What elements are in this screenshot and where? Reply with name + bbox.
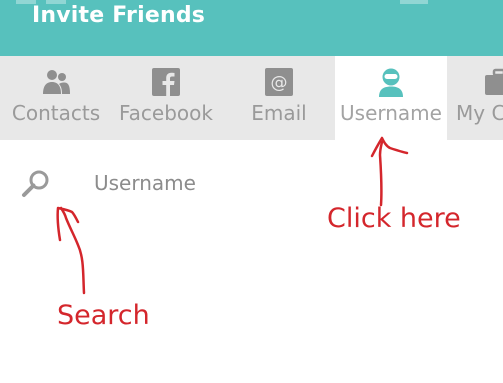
tab-facebook[interactable]: Facebook <box>110 56 222 140</box>
tab-contacts[interactable]: Contacts <box>0 56 112 140</box>
tab-my-contacts-label: My C <box>456 101 503 125</box>
svg-text:@: @ <box>271 73 288 93</box>
search-annotation: Search <box>57 300 150 331</box>
user-avatar-icon <box>379 68 403 97</box>
app-header: Invite Friends <box>0 0 503 56</box>
tab-email[interactable]: @ Email <box>223 56 335 140</box>
page-title: Invite Friends <box>32 3 206 28</box>
facebook-icon <box>152 68 180 96</box>
search-icon[interactable] <box>20 168 52 200</box>
email-icon: @ <box>265 68 293 96</box>
click-here-annotation: Click here <box>327 203 461 234</box>
briefcase-icon <box>485 68 503 95</box>
tab-username[interactable]: Username <box>335 56 447 140</box>
tab-my-contacts[interactable]: My C <box>449 56 503 140</box>
contacts-icon <box>43 70 70 94</box>
username-search-input[interactable] <box>86 166 482 200</box>
tab-username-label: Username <box>340 101 442 125</box>
status-bar-indicator-remnant <box>400 0 428 4</box>
invite-source-tabs: Contacts Facebook @ Email Username My C <box>0 56 503 140</box>
